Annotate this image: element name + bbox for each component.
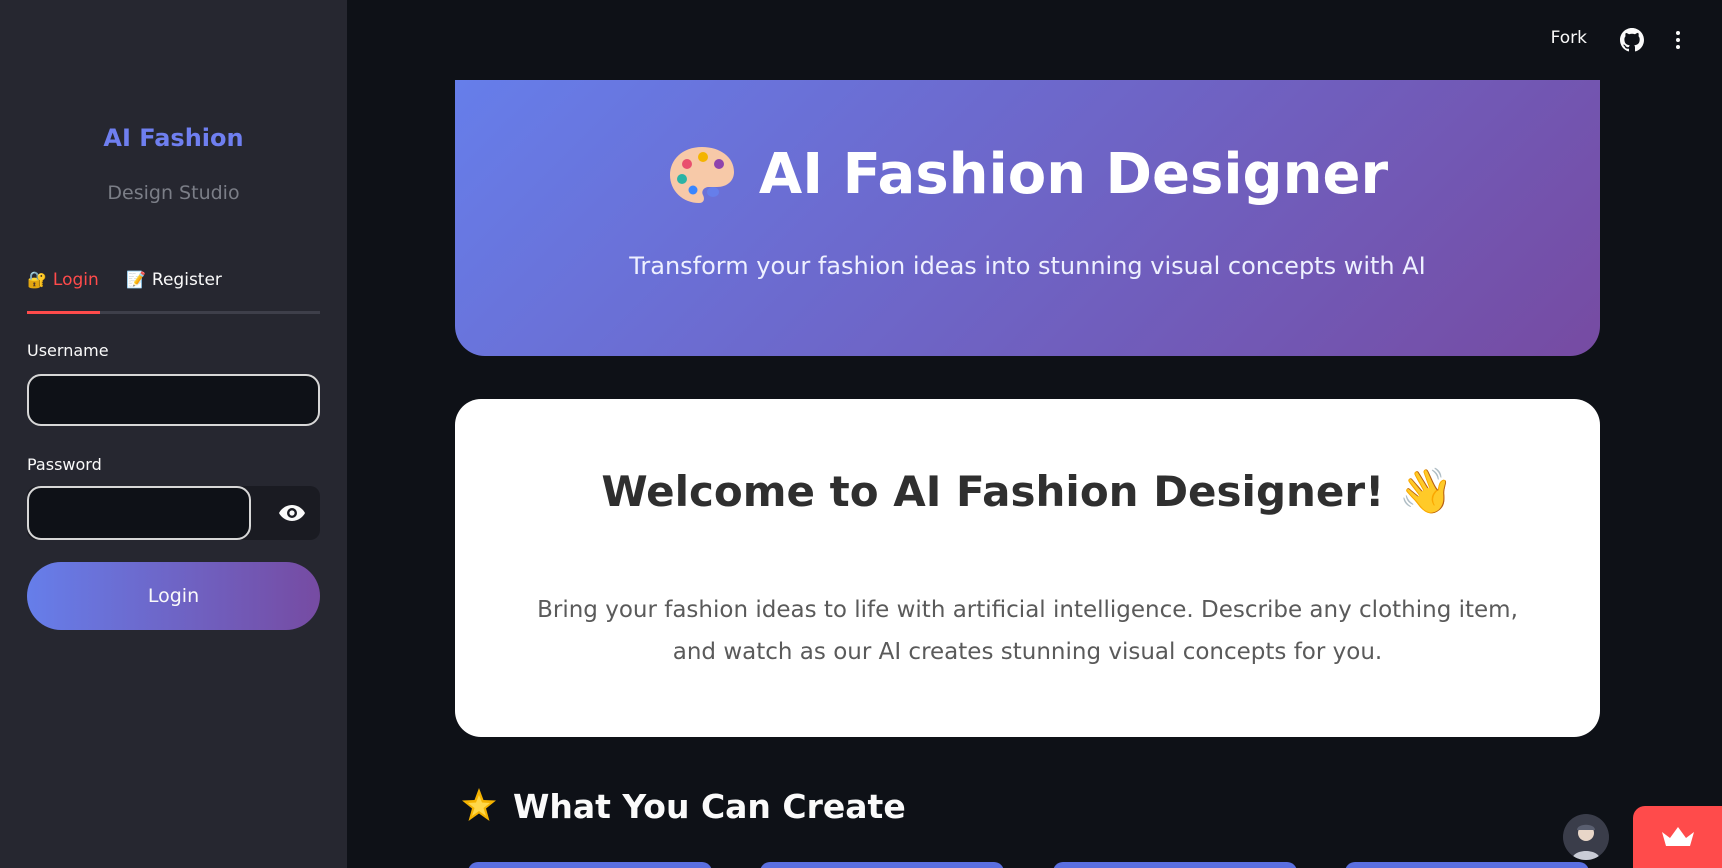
tab-register[interactable]: 📝 Register (126, 270, 222, 311)
hero-subtitle: Transform your fashion ideas into stunni… (629, 252, 1426, 280)
kebab-menu-icon (1676, 31, 1680, 49)
main-menu-button[interactable] (1668, 28, 1688, 52)
sidebar: AI Fashion Design Studio 🔐 Login 📝 Regis… (0, 0, 347, 868)
feature-card[interactable] (1345, 862, 1589, 868)
tab-login-label: Login (52, 270, 99, 290)
section-title-text: What You Can Create (513, 786, 906, 826)
section-title: What You Can Create (459, 786, 906, 826)
waving-hand-icon: 👋 (1398, 466, 1454, 517)
palette-icon (669, 146, 734, 203)
welcome-title: Welcome to AI Fashion Designer! 👋 (455, 465, 1600, 517)
hero-title-text: AI Fashion Designer (758, 142, 1389, 207)
feature-card[interactable] (1053, 862, 1297, 868)
auth-tabs: 🔐 Login 📝 Register (27, 262, 320, 314)
tab-register-label: Register (151, 270, 222, 290)
welcome-card: Welcome to AI Fashion Designer! 👋 Bring … (455, 399, 1600, 737)
memo-icon: 📝 (126, 270, 146, 289)
crown-icon (1661, 827, 1694, 846)
feature-card[interactable] (760, 862, 1004, 868)
tab-login[interactable]: 🔐 Login (27, 270, 100, 314)
password-input[interactable] (27, 486, 251, 540)
password-label: Password (27, 455, 102, 474)
username-label: Username (27, 341, 109, 360)
fork-button[interactable]: Fork (1551, 28, 1587, 48)
show-password-button[interactable] (276, 500, 308, 526)
avatar[interactable] (1563, 814, 1609, 860)
username-input[interactable] (27, 374, 320, 426)
github-icon (1620, 28, 1644, 52)
eye-icon (279, 505, 305, 521)
welcome-title-text: Welcome to AI Fashion Designer! (601, 467, 1385, 516)
brand-subtitle: Design Studio (107, 182, 240, 204)
brand-title: AI Fashion (103, 124, 244, 152)
lock-icon: 🔐 (27, 270, 47, 289)
password-field (27, 486, 320, 540)
welcome-description: Bring your fashion ideas to life with ar… (537, 597, 1518, 665)
avatar-icon (1563, 814, 1609, 860)
star-icon (462, 788, 496, 821)
login-button[interactable]: Login (27, 562, 320, 630)
hosted-badge[interactable] (1633, 806, 1722, 868)
github-button[interactable] (1620, 28, 1644, 52)
hero-banner: AI Fashion Designer Transform your fashi… (455, 80, 1600, 356)
hero-title: AI Fashion Designer (455, 142, 1600, 207)
feature-card[interactable] (468, 862, 712, 868)
